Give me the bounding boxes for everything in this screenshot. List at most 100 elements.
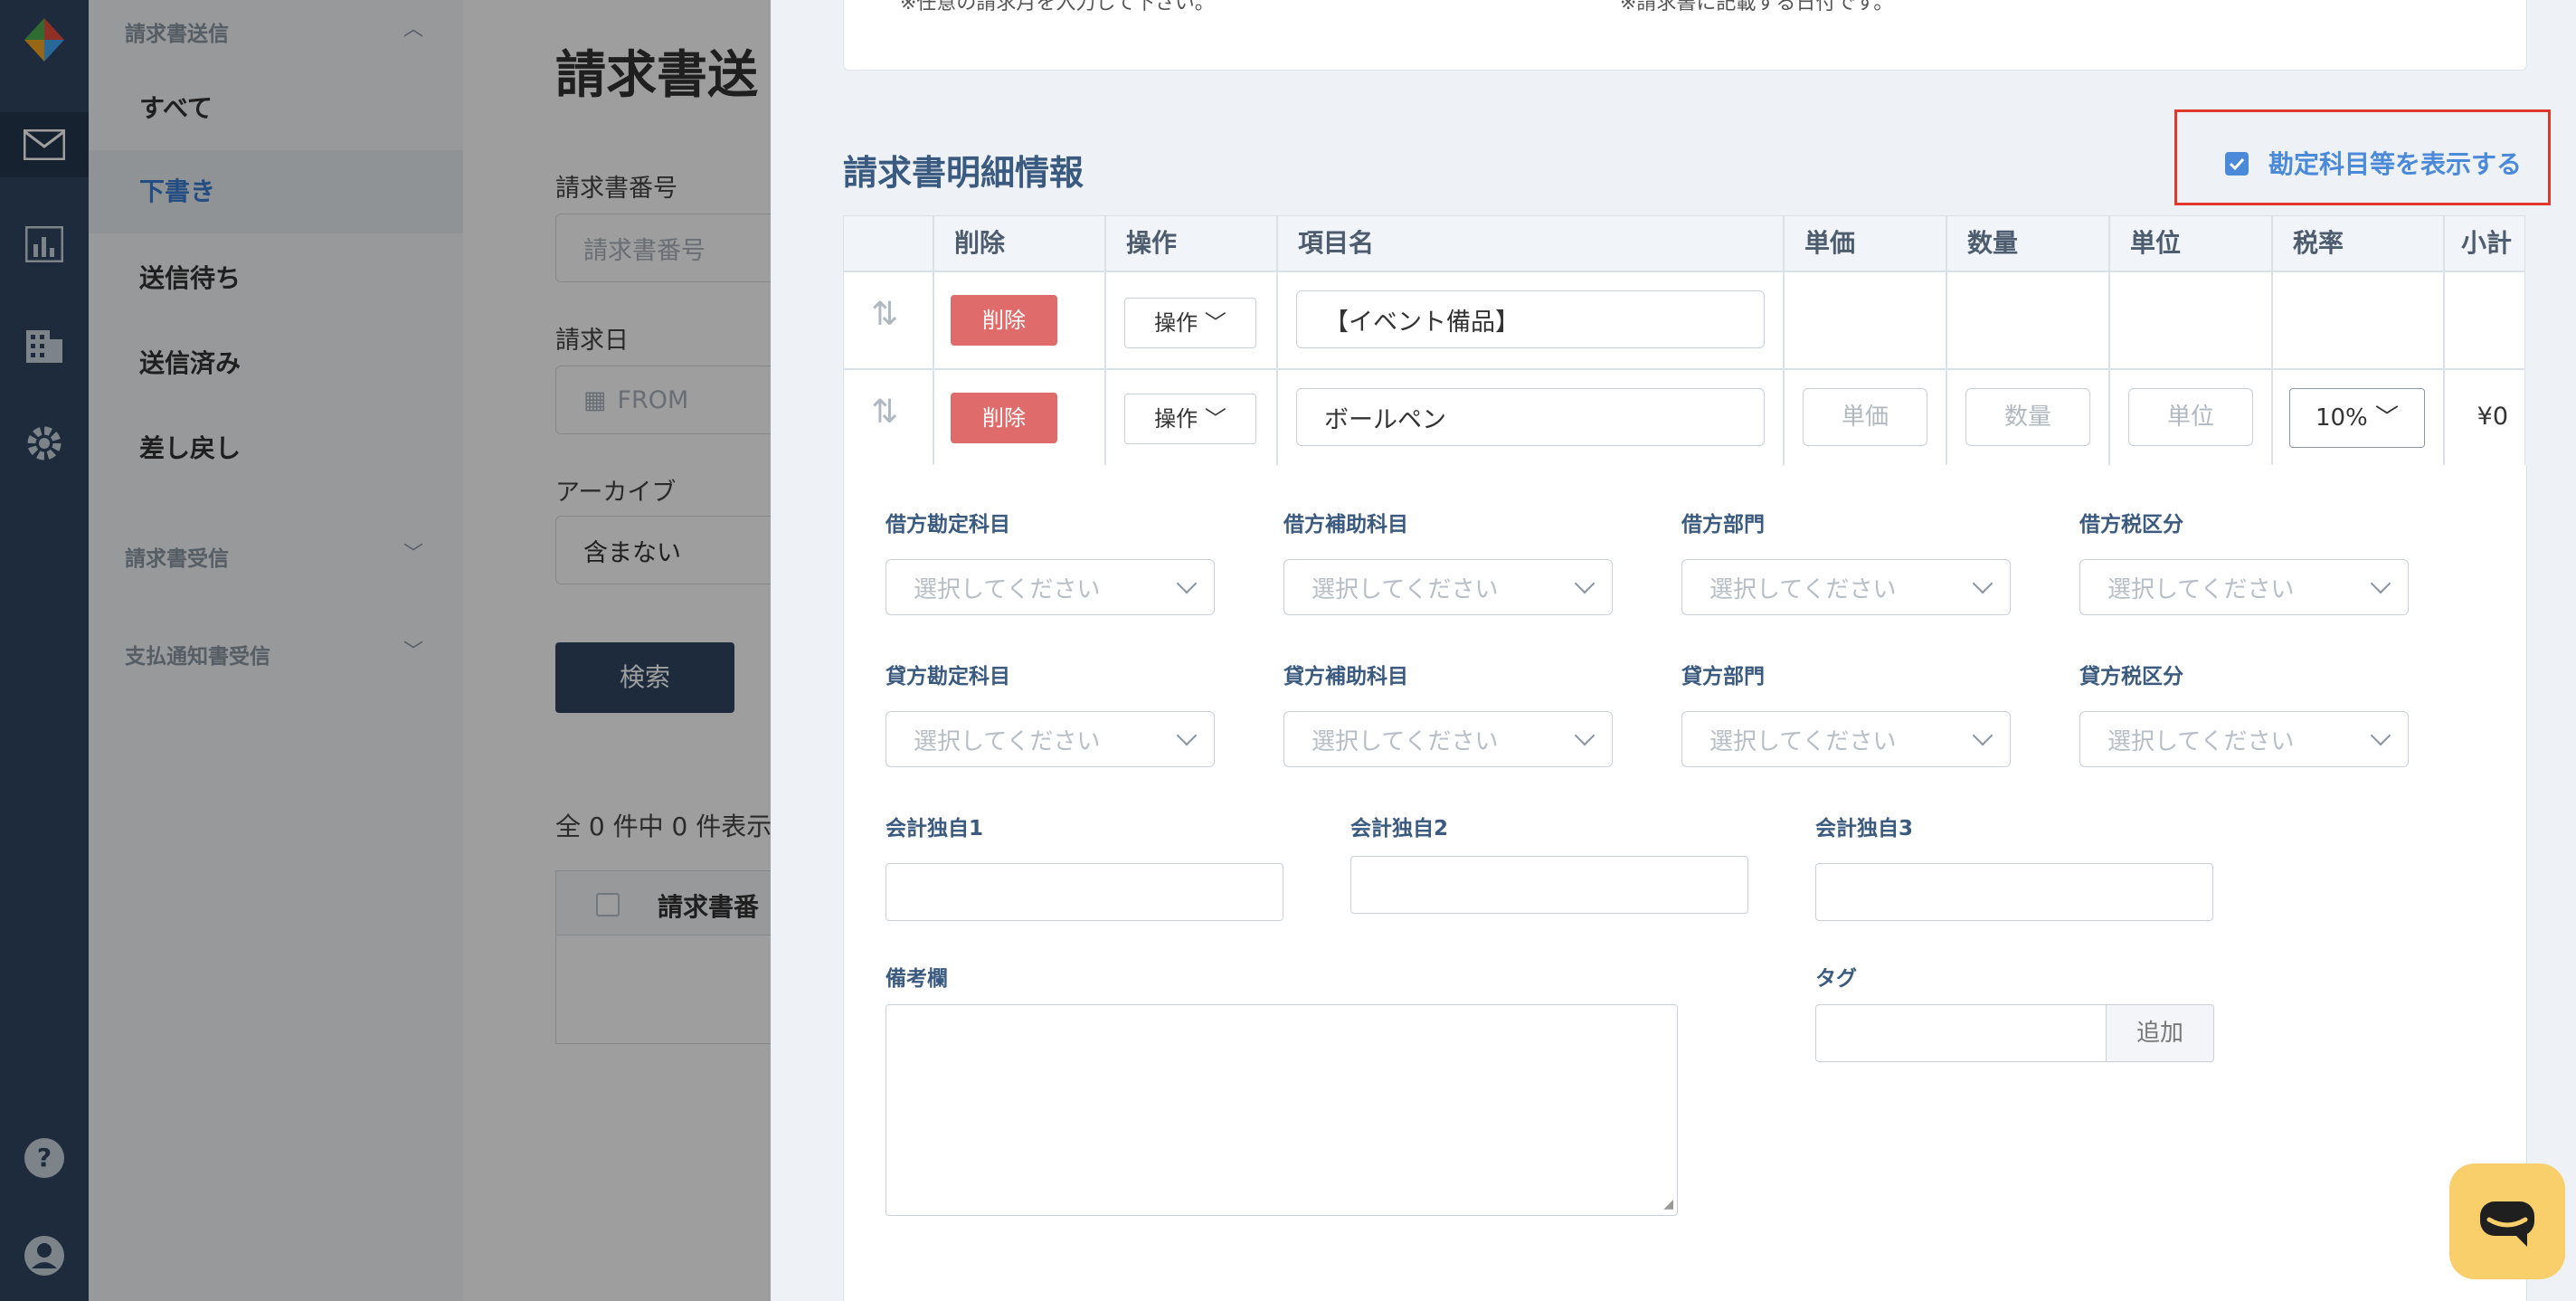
- custom-field-3-label: 会計独自3: [1815, 817, 1914, 840]
- item-name-input[interactable]: 【イベント備品】: [1296, 290, 1765, 348]
- show-accounts-checkbox[interactable]: [2225, 152, 2249, 176]
- debit-account-select[interactable]: 選択してください: [886, 559, 1215, 615]
- row-subtotal: ¥0: [2477, 403, 2508, 431]
- column-unit-price: 単価: [1784, 215, 1946, 271]
- select-placeholder: 選択してください: [914, 727, 1101, 755]
- tag-add-button[interactable]: 追加: [2106, 1004, 2214, 1062]
- drag-column-header: [843, 215, 933, 271]
- chat-widget-button[interactable]: [2449, 1163, 2565, 1279]
- item-name-input[interactable]: ボールペン: [1296, 388, 1765, 446]
- remarks-textarea[interactable]: ◢: [886, 1004, 1678, 1216]
- column-quantity: 数量: [1946, 215, 2109, 271]
- row-item-cell: ボールペン: [1277, 369, 1784, 467]
- tag-label: タグ: [1815, 967, 1857, 991]
- credit-tax-class-label: 貸方税区分: [2079, 665, 2183, 688]
- chevron-down-icon: [1176, 573, 1198, 594]
- chevron-down-icon: ﹀: [1204, 406, 1226, 432]
- credit-department-label: 貸方部門: [1681, 665, 1765, 688]
- column-subtotal: 小計: [2444, 215, 2525, 271]
- remarks-label: 備考欄: [886, 967, 948, 991]
- row-item-cell: 【イベント備品】: [1277, 271, 1784, 369]
- tax-rate-select[interactable]: 10% ﹀: [2289, 388, 2425, 448]
- credit-account-select[interactable]: 選択してください: [886, 711, 1215, 767]
- chevron-down-icon: [1972, 725, 1994, 746]
- credit-department-select[interactable]: 選択してください: [1681, 711, 2011, 767]
- row-subtotal-cell: ¥0: [2444, 369, 2525, 467]
- select-placeholder: 選択してください: [1709, 727, 1897, 755]
- row-qty-cell: 数量: [1946, 369, 2109, 467]
- chevron-down-icon: [2370, 573, 2391, 594]
- debit-tax-class-label: 借方税区分: [2079, 513, 2183, 537]
- debit-subaccount-select[interactable]: 選択してください: [1283, 559, 1613, 615]
- select-placeholder: 選択してください: [914, 575, 1101, 603]
- date-notes-card: ※任意の請求月を入力して下さい。 ※請求書に記載する日付です。: [843, 0, 2527, 71]
- column-unit: 単位: [2109, 215, 2272, 271]
- chevron-down-icon: [1176, 725, 1198, 746]
- column-item-name: 項目名: [1277, 215, 1784, 271]
- delete-row-button[interactable]: 削除: [951, 393, 1057, 443]
- row-drag-cell: ⇅: [843, 369, 933, 467]
- row-price-cell: [1784, 271, 1946, 369]
- row-delete-cell: 削除: [933, 369, 1105, 467]
- row-operation-cell: 操作 ﹀: [1105, 369, 1277, 467]
- select-placeholder: 選択してください: [1709, 575, 1897, 603]
- drag-handle-icon[interactable]: ⇅: [871, 394, 898, 431]
- select-placeholder: 選択してください: [1312, 727, 1499, 755]
- show-accounts-label[interactable]: 勘定科目等を表示する: [2268, 145, 2522, 181]
- operation-label: 操作: [1154, 310, 1198, 336]
- custom-field-2-label: 会計独自2: [1350, 817, 1449, 840]
- chevron-down-icon: ﹀: [2375, 404, 2400, 432]
- row-unit-cell: [2109, 271, 2272, 369]
- credit-account-label: 貸方勘定科目: [886, 665, 1010, 688]
- credit-tax-class-select[interactable]: 選択してください: [2079, 711, 2409, 767]
- debit-tax-class-select[interactable]: 選択してください: [2079, 559, 2409, 615]
- quantity-input[interactable]: 数量: [1965, 388, 2090, 446]
- chevron-down-icon: ﹀: [1204, 310, 1226, 336]
- drag-handle-icon[interactable]: ⇅: [871, 296, 898, 333]
- operation-dropdown[interactable]: 操作 ﹀: [1124, 394, 1256, 444]
- row-operation-cell: 操作 ﹀: [1105, 271, 1277, 369]
- accounting-details: 借方勘定科目 借方補助科目 借方部門 借方税区分 選択してください 選択してくだ…: [843, 465, 2527, 1301]
- debit-department-select[interactable]: 選択してください: [1681, 559, 2011, 615]
- tax-rate-value: 10%: [2315, 404, 2368, 432]
- tag-input[interactable]: [1815, 1004, 2107, 1062]
- row-tax-cell: [2272, 271, 2444, 369]
- unit-price-input[interactable]: 単価: [1803, 388, 1927, 446]
- custom-field-1-input[interactable]: [886, 863, 1283, 921]
- operation-dropdown[interactable]: 操作 ﹀: [1124, 298, 1256, 348]
- row-tax-cell: 10% ﹀: [2272, 369, 2444, 467]
- column-operation: 操作: [1105, 215, 1277, 271]
- custom-field-1-label: 会計独自1: [886, 817, 984, 840]
- row-subtotal-cell: [2444, 271, 2525, 369]
- custom-field-3-input[interactable]: [1815, 863, 2213, 921]
- debit-department-label: 借方部門: [1681, 513, 1765, 537]
- credit-subaccount-select[interactable]: 選択してください: [1283, 711, 1613, 767]
- row-price-cell: 単価: [1784, 369, 1946, 467]
- column-tax-rate: 税率: [2272, 215, 2444, 271]
- invoice-detail-panel: ※任意の請求月を入力して下さい。 ※請求書に記載する日付です。 請求書明細情報 …: [771, 0, 2576, 1301]
- debit-account-label: 借方勘定科目: [886, 513, 1010, 537]
- resize-handle-icon[interactable]: ◢: [1663, 1197, 1673, 1211]
- chevron-down-icon: [2370, 725, 2391, 746]
- invoice-date-note: ※請求書に記載する日付です。: [1620, 0, 1894, 14]
- debit-subaccount-label: 借方補助科目: [1283, 513, 1408, 537]
- operation-label: 操作: [1154, 406, 1198, 432]
- delete-row-button[interactable]: 削除: [951, 295, 1057, 346]
- chevron-down-icon: [1574, 725, 1596, 746]
- custom-field-2-input[interactable]: [1350, 856, 1748, 914]
- chevron-down-icon: [1972, 573, 1994, 594]
- select-placeholder: 選択してください: [1312, 575, 1499, 603]
- column-delete: 削除: [933, 215, 1105, 271]
- chat-bubble-icon: [2480, 1201, 2534, 1247]
- billing-month-note: ※任意の請求月を入力して下さい。: [900, 0, 1215, 14]
- row-delete-cell: 削除: [933, 271, 1105, 369]
- row-qty-cell: [1946, 271, 2109, 369]
- select-placeholder: 選択してください: [2107, 575, 2295, 603]
- row-drag-cell: ⇅: [843, 271, 933, 369]
- check-icon: [2229, 157, 2245, 171]
- section-title: 請求書明細情報: [843, 153, 1084, 193]
- select-placeholder: 選択してください: [2107, 727, 2295, 755]
- unit-input[interactable]: 単位: [2128, 388, 2253, 446]
- credit-subaccount-label: 貸方補助科目: [1283, 665, 1408, 688]
- row-unit-cell: 単位: [2109, 369, 2272, 467]
